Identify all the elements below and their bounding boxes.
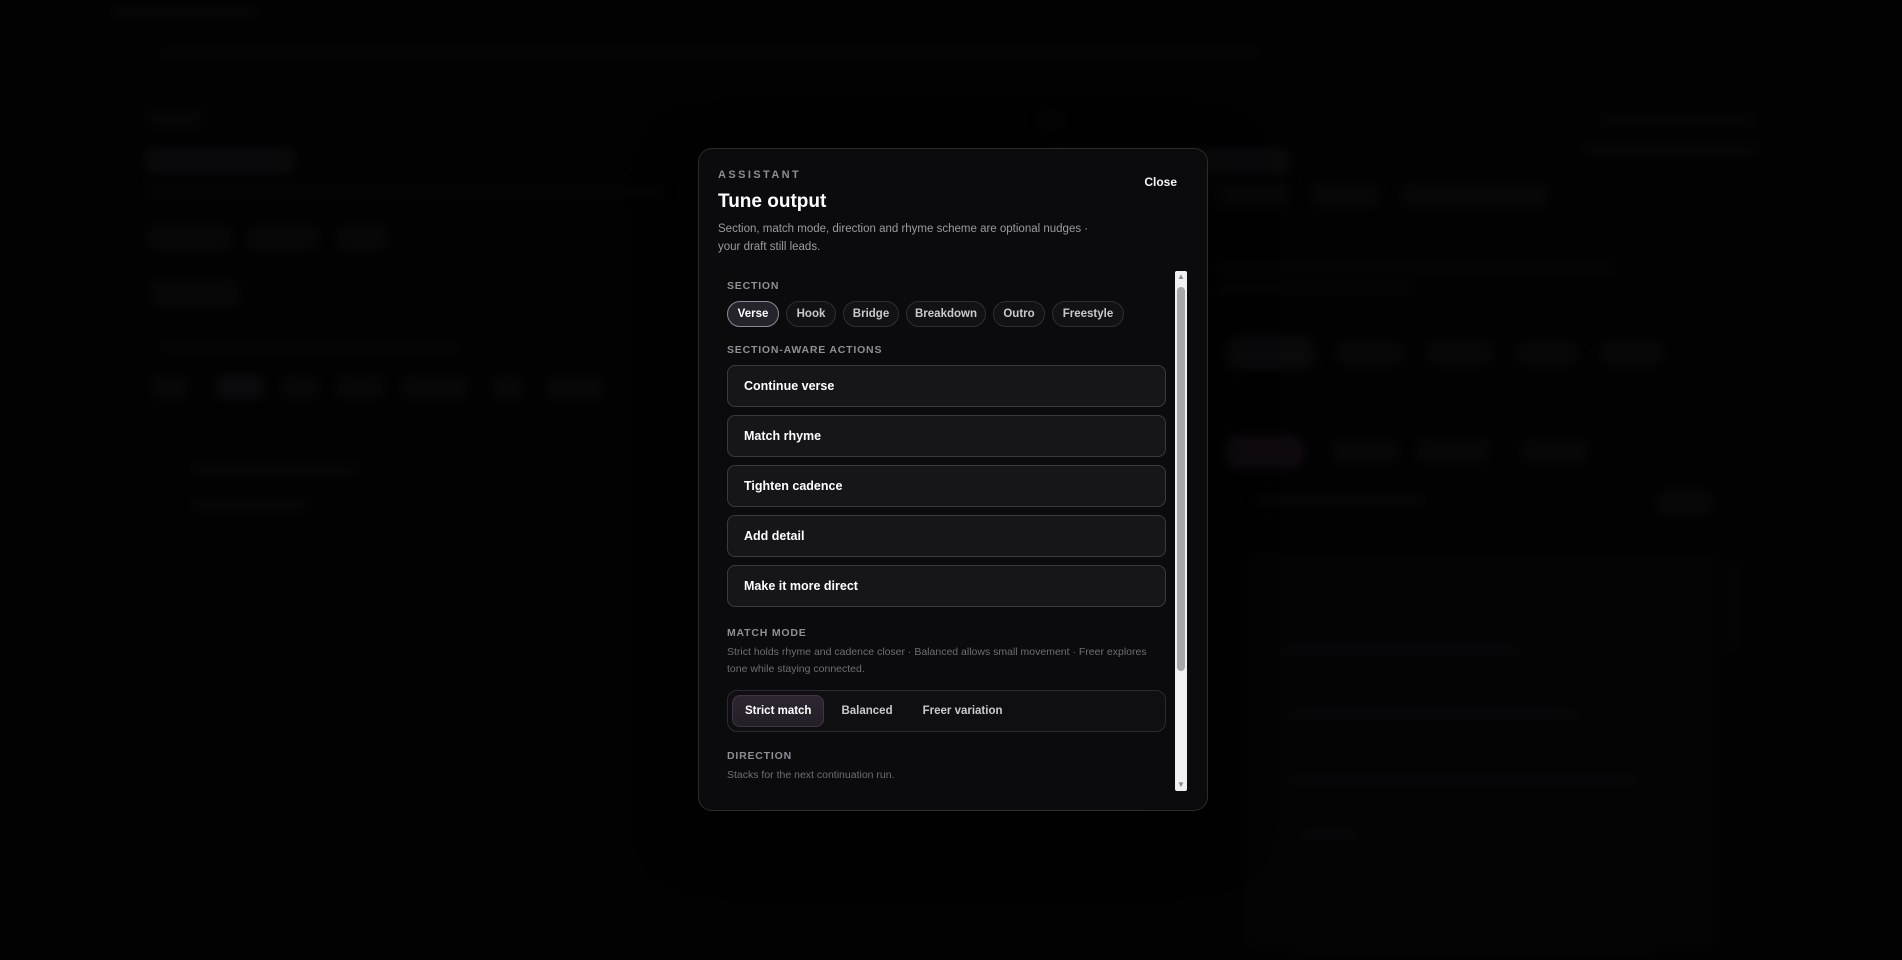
modal-eyebrow: ASSISTANT	[718, 169, 802, 181]
chip-freestyle[interactable]: Freestyle	[1052, 301, 1124, 327]
chip-outro[interactable]: Outro	[993, 301, 1045, 327]
match-rhyme-button[interactable]: Match rhyme	[727, 415, 1166, 457]
add-detail-button[interactable]: Add detail	[727, 515, 1166, 557]
modal-scrollbar[interactable]: ▲ ▼	[1175, 271, 1187, 791]
chip-verse[interactable]: Verse	[727, 301, 779, 327]
close-button[interactable]: Close	[1144, 175, 1177, 189]
match-mode-group: MATCH MODE Strict holds rhyme and cadenc…	[727, 627, 1169, 732]
section-label: SECTION	[727, 280, 780, 292]
direction-help: Stacks for the next continuation run.	[727, 769, 895, 781]
scrollbar-thumb[interactable]	[1177, 287, 1185, 671]
strict-match-option[interactable]: Strict match	[732, 695, 825, 727]
section-group: SECTION Verse Hook Bridge Breakdown Outr…	[727, 271, 1169, 327]
make-more-direct-button[interactable]: Make it more direct	[727, 565, 1166, 607]
tune-output-modal: ASSISTANT Tune output Section, match mod…	[698, 148, 1208, 811]
scroll-down-arrow-icon[interactable]: ▼	[1175, 779, 1187, 791]
continue-verse-button[interactable]: Continue verse	[727, 365, 1166, 407]
modal-scroll-area[interactable]: SECTION Verse Hook Bridge Breakdown Outr…	[727, 271, 1169, 791]
chip-hook[interactable]: Hook	[786, 301, 836, 327]
direction-group: DIRECTION Stacks for the next continuati…	[727, 750, 1169, 791]
chip-breakdown[interactable]: Breakdown	[906, 301, 986, 327]
section-actions-label: SECTION-AWARE ACTIONS	[727, 344, 883, 356]
section-actions-group: SECTION-AWARE ACTIONS Continue verse Mat…	[727, 344, 1169, 607]
match-mode-label: MATCH MODE	[727, 627, 807, 639]
modal-title: Tune output	[718, 191, 827, 212]
balanced-option[interactable]: Balanced	[828, 695, 905, 727]
chip-bridge[interactable]: Bridge	[843, 301, 899, 327]
freer-variation-option[interactable]: Freer variation	[910, 695, 1016, 727]
direction-label: DIRECTION	[727, 750, 792, 762]
modal-subtitle: Section, match mode, direction and rhyme…	[718, 223, 1089, 253]
match-mode-segmented: Strict match Balanced Freer variation	[727, 690, 1166, 732]
section-actions-list: Continue verse Match rhyme Tighten caden…	[727, 365, 1169, 607]
section-chips: Verse Hook Bridge Breakdown Outro Freest…	[727, 301, 1169, 327]
tighten-cadence-button[interactable]: Tighten cadence	[727, 465, 1166, 507]
match-mode-help: Strict holds rhyme and cadence closer · …	[727, 646, 1147, 675]
scroll-up-arrow-icon[interactable]: ▲	[1175, 271, 1187, 283]
